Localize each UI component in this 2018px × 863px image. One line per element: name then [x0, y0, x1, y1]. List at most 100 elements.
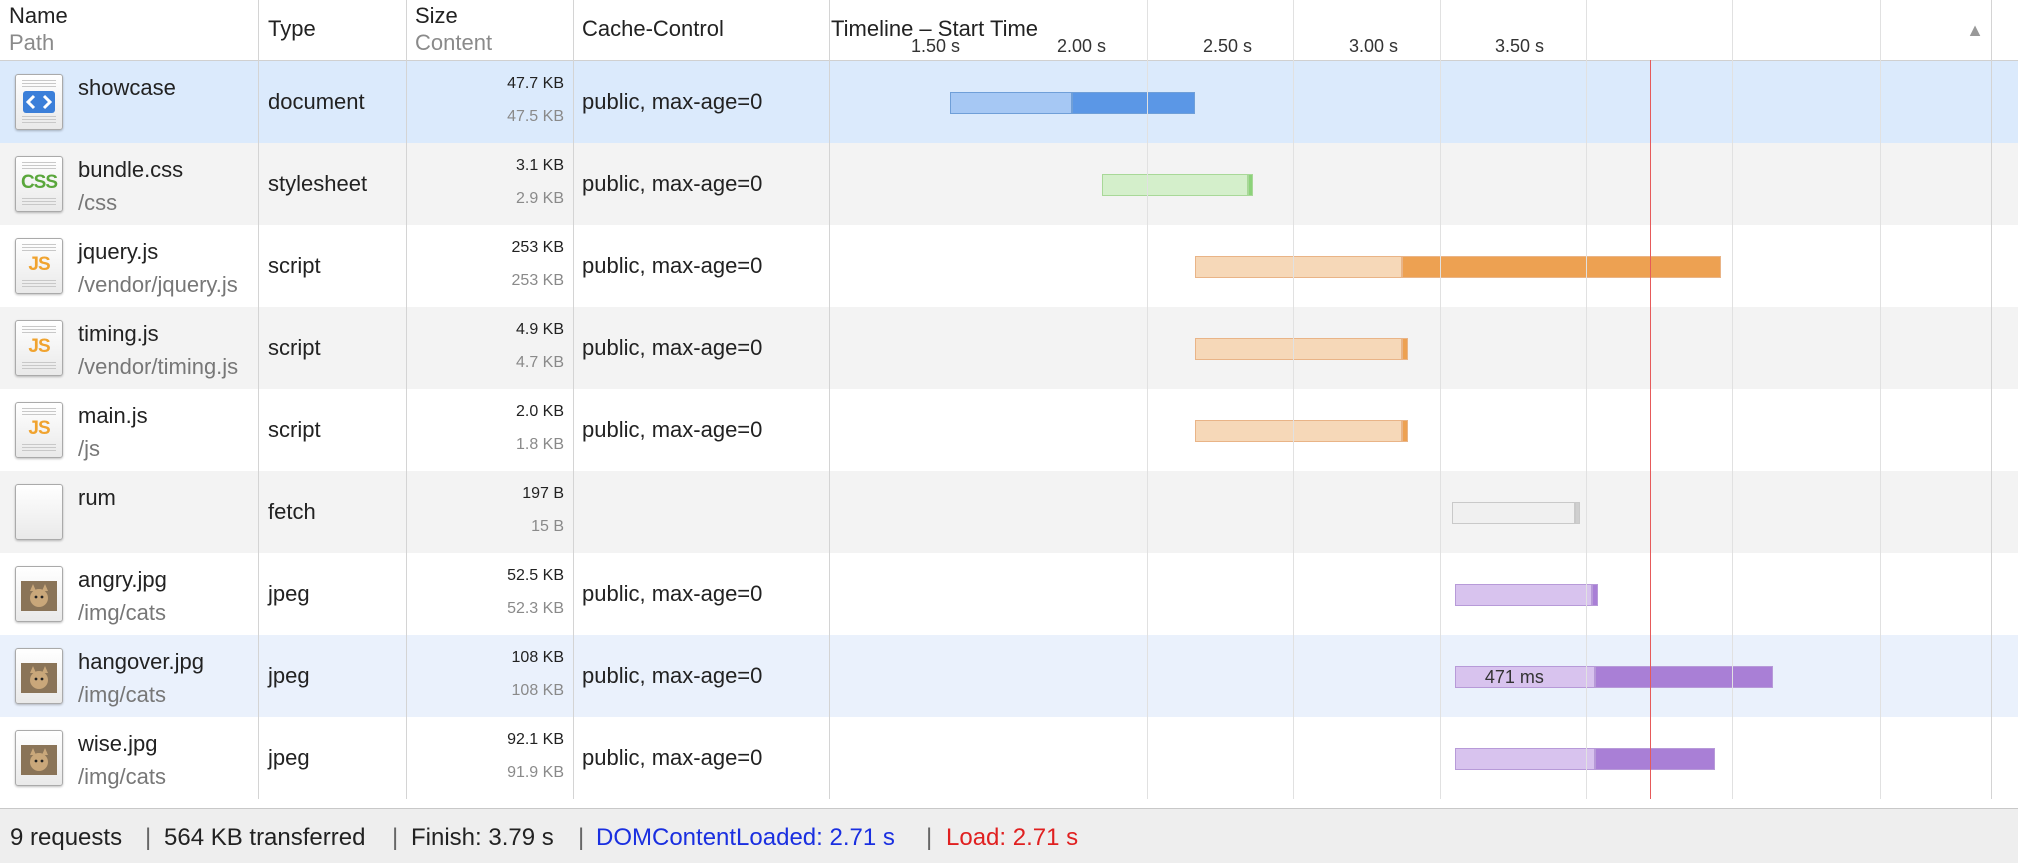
waiting-bar[interactable]	[1101, 174, 1248, 196]
timeline-column-header[interactable]: Timeline – Start Time	[830, 0, 1990, 60]
size-cell: 92.1 KB 91.9 KB	[410, 717, 564, 799]
column-divider[interactable]	[406, 0, 407, 799]
waiting-bar[interactable]	[1454, 584, 1593, 606]
request-name[interactable]: bundle.css	[78, 157, 183, 183]
icon-decoration	[22, 198, 56, 206]
request-name[interactable]: jquery.js	[78, 239, 158, 265]
icon-label: CSS	[20, 172, 58, 193]
html-document-icon	[15, 74, 63, 130]
request-name[interactable]: timing.js	[78, 321, 159, 347]
status-separator: |	[392, 824, 399, 851]
transfer-size: 4.9 KB	[515, 321, 564, 338]
table-row[interactable]: showcase document 47.7 KB 47.5 KB public, ma…	[0, 61, 2018, 143]
network-panel: Name Path Type Size Content Cache-Contro…	[0, 0, 2018, 863]
content-size: 47.5 KB	[507, 108, 564, 125]
finish-time: Finish: 3.79 s	[411, 824, 554, 851]
transfer-size: 2.0 KB	[515, 403, 564, 420]
content-size: 52.3 KB	[507, 600, 564, 617]
cat-image-icon	[15, 730, 63, 786]
transfer-size: 197 B	[522, 485, 564, 502]
size-cell: 47.7 KB 47.5 KB	[410, 61, 564, 143]
size-cell: 108 KB 108 KB	[410, 635, 564, 717]
column-divider[interactable]	[258, 0, 259, 799]
waiting-bar[interactable]	[1195, 338, 1403, 360]
waiting-bar[interactable]	[1195, 420, 1403, 442]
request-name[interactable]: rum	[78, 485, 116, 511]
request-path: /img/cats	[78, 682, 167, 707]
type-column-header[interactable]: Type	[259, 0, 406, 60]
waiting-bar[interactable]	[1195, 256, 1403, 278]
size-header-label: Size	[415, 3, 458, 28]
download-bar[interactable]	[1402, 338, 1409, 360]
download-bar[interactable]	[1592, 584, 1598, 606]
transfer-size: 52.5 KB	[507, 567, 564, 584]
status-separator: |	[145, 824, 152, 851]
table-row[interactable]: angry.jpg/img/cats jpeg 52.5 KB 52.3 KB publ…	[0, 553, 2018, 635]
type-header-label: Type	[268, 16, 316, 41]
column-divider[interactable]	[829, 0, 830, 799]
name-header-label: Name	[9, 3, 68, 28]
icon-decoration	[22, 244, 56, 252]
status-bar: 9 requests | 564 KB transferred | Finish…	[0, 808, 2018, 863]
cache-control-column-header[interactable]: Cache-Control	[573, 0, 829, 60]
blank-file-icon	[15, 484, 63, 540]
download-bar[interactable]	[1247, 174, 1254, 196]
content-header-label: Content	[415, 30, 493, 55]
table-row[interactable]: CSS bundle.css/css stylesheet 3.1 KB 2.9 KB p…	[0, 143, 2018, 225]
request-path: /vendor/jquery.js	[78, 272, 238, 297]
table-row[interactable]: JS timing.js/vendor/timing.js script 4.9 KB…	[0, 307, 2018, 389]
sort-ascending-icon[interactable]: ▲	[1966, 20, 1984, 41]
icon-decoration	[22, 116, 56, 124]
request-name[interactable]: showcase	[78, 75, 176, 101]
path-header-label: Path	[9, 30, 55, 55]
size-cell: 3.1 KB 2.9 KB	[410, 143, 564, 225]
table-row[interactable]: wise.jpg/img/cats jpeg 92.1 KB 91.9 KB publi…	[0, 717, 2018, 799]
icon-decoration	[22, 408, 56, 416]
content-size: 108 KB	[511, 682, 564, 699]
download-bar[interactable]	[1595, 748, 1715, 770]
download-bar[interactable]	[1402, 420, 1409, 442]
cat-image-icon	[15, 648, 63, 704]
download-bar[interactable]	[1072, 92, 1195, 114]
column-divider[interactable]	[573, 0, 574, 799]
transfer-size: 108 KB	[511, 649, 564, 666]
timeline-gridline	[1147, 0, 1148, 799]
icon-decoration	[22, 162, 56, 170]
table-row[interactable]: JS jquery.js/vendor/jquery.js script 253 KB…	[0, 225, 2018, 307]
icon-label: JS	[28, 254, 50, 275]
transfer-size: 3.1 KB	[515, 157, 564, 174]
waiting-bar[interactable]	[1451, 502, 1575, 524]
waiting-bar[interactable]	[1454, 748, 1596, 770]
size-cell: 197 B 15 B	[410, 471, 564, 553]
timeline-gridline	[1880, 0, 1881, 799]
icon-decoration	[22, 362, 56, 370]
content-size: 2.9 KB	[515, 190, 564, 207]
name-column-header[interactable]: Name Path	[0, 0, 258, 60]
size-column-header[interactable]: Size Content	[406, 0, 573, 60]
icon-decoration	[22, 444, 56, 452]
content-size: 253 KB	[511, 272, 564, 289]
icon-label: JS	[28, 336, 50, 357]
request-name[interactable]: hangover.jpg	[78, 649, 204, 675]
download-bar[interactable]	[1595, 666, 1774, 688]
request-name[interactable]: main.js	[78, 403, 148, 429]
waiting-bar[interactable]	[949, 92, 1073, 114]
download-bar[interactable]	[1402, 256, 1721, 278]
timeline-tick-label: 1.50 s	[911, 36, 961, 56]
transfer-size: 47.7 KB	[507, 75, 564, 92]
timeline-tick-label: 2.50 s	[1203, 36, 1253, 56]
timeline-right-edge	[1991, 0, 1992, 799]
download-bar[interactable]	[1574, 502, 1581, 524]
transfer-size: 253 KB	[511, 239, 564, 256]
request-name[interactable]: wise.jpg	[78, 731, 157, 757]
content-size: 1.8 KB	[515, 436, 564, 453]
table-row[interactable]: hangover.jpg/img/cats jpeg 108 KB 108 KB pub…	[0, 635, 2018, 717]
request-name[interactable]: angry.jpg	[78, 567, 167, 593]
bar-duration-label: 471 ms	[1484, 667, 1544, 687]
cat-image-icon	[15, 566, 63, 622]
table-header: Name Path Type Size Content Cache-Contro…	[0, 0, 2018, 61]
timeline-tick-label: 3.00 s	[1349, 36, 1399, 56]
table-row[interactable]: JS main.js/js script 2.0 KB 1.8 KB public, ma…	[0, 389, 2018, 471]
icon-label: JS	[28, 418, 50, 439]
table-row[interactable]: rum fetch 197 B 15 B	[0, 471, 2018, 553]
